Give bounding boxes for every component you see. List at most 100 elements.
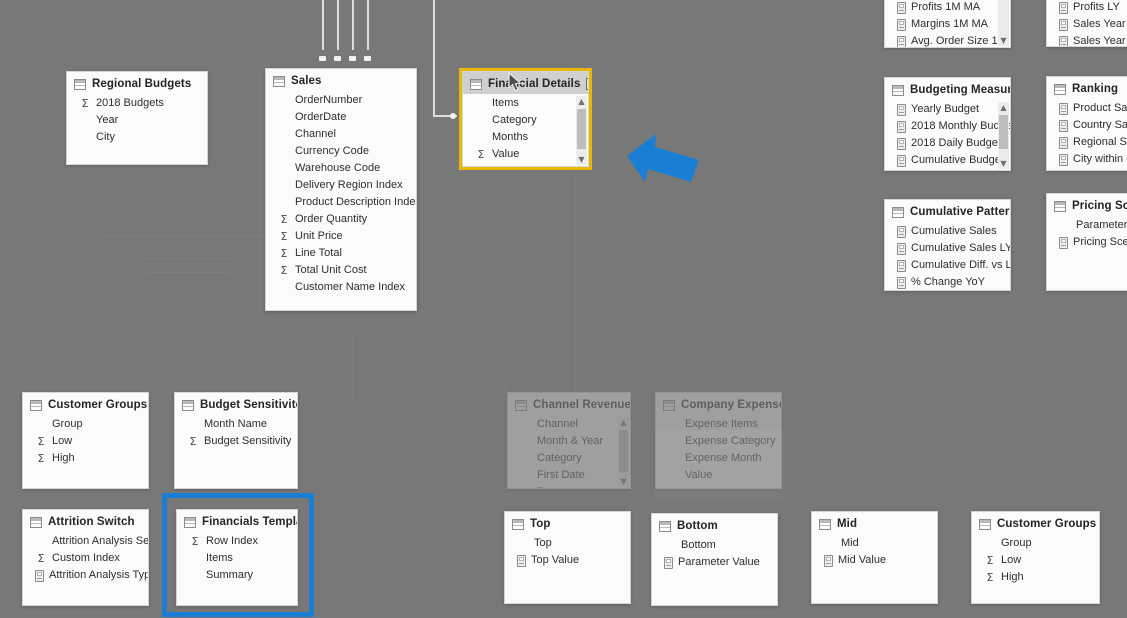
scroll-down-icon[interactable]: ▼ <box>618 476 629 487</box>
field-row[interactable]: Group <box>972 535 1099 552</box>
card-header[interactable]: Company Expenses <box>656 393 781 415</box>
field-row[interactable]: Σ Custom Index <box>23 550 148 567</box>
field-row[interactable]: Σ High <box>972 569 1099 586</box>
field-row[interactable]: Parameter Value <box>652 554 777 571</box>
table-card-ranking[interactable]: Ranking Product Sales R Country Sales R … <box>1046 76 1127 171</box>
field-row[interactable]: Profits 1M MA <box>885 0 1010 16</box>
scroll-down-icon[interactable]: ▼ <box>576 154 587 165</box>
table-card-profits-moving-average[interactable]: Profits 1M MA Margins 1M MA Avg. Order S… <box>884 0 1011 48</box>
field-row[interactable]: Top Value <box>505 552 630 569</box>
field-row[interactable]: Attrition Analysis Type <box>23 567 148 584</box>
field-row[interactable]: City within Cou <box>1047 151 1127 168</box>
field-row[interactable]: Expense Items <box>656 416 781 433</box>
card-scrollbar[interactable]: ▲ ▼ <box>618 417 629 487</box>
card-scrollbar[interactable]: ▼ <box>998 0 1009 46</box>
field-row[interactable]: Warehouse Code <box>266 160 416 177</box>
field-row[interactable]: Product Sales R <box>1047 100 1127 117</box>
field-row[interactable]: Type <box>463 163 588 166</box>
table-card-financial-details[interactable]: Financial Details Items Category Months … <box>462 71 589 167</box>
field-row[interactable]: Mid Value <box>812 552 937 569</box>
card-header[interactable]: Channel Revenues <box>508 393 630 415</box>
field-row[interactable]: Sales Year to D <box>1047 16 1127 33</box>
field-row[interactable]: % Change YoY <box>885 274 1010 290</box>
field-row[interactable]: 2018 Monthly Budge <box>885 118 1010 135</box>
table-card-regional-budgets[interactable]: Regional Budgets Σ 2018 Budgets Year Cit… <box>66 71 208 165</box>
card-header[interactable]: Financial Details <box>463 72 588 94</box>
field-row[interactable]: Month Name <box>175 416 297 433</box>
field-row[interactable]: Month & Year <box>508 433 630 450</box>
field-row[interactable]: Avg. Order Size 1M M <box>885 33 1010 47</box>
field-row[interactable]: Mid <box>812 535 937 552</box>
card-header[interactable]: Customer Groups Dyna <box>972 512 1099 534</box>
field-row[interactable]: Pricing Scena <box>1047 234 1127 251</box>
card-header[interactable]: Bottom <box>652 514 777 536</box>
field-row[interactable]: Σ 2018 Budgets <box>67 95 207 112</box>
card-header[interactable]: Cumulative Patterns <box>885 200 1010 222</box>
table-card-cumulative-patterns[interactable]: Cumulative Patterns Cumulative Sales Cum… <box>884 199 1011 291</box>
card-header[interactable]: Sales <box>266 69 416 91</box>
field-row[interactable]: Category <box>463 112 588 129</box>
field-row[interactable]: Channel <box>266 126 416 143</box>
scroll-down-icon[interactable]: ▼ <box>998 35 1009 46</box>
scrollbar-thumb[interactable] <box>619 430 628 472</box>
field-row[interactable]: City <box>67 129 207 146</box>
table-card-budget-sensitivites[interactable]: Budget Sensitivites Month Name Σ Budget S… <box>174 392 298 489</box>
table-card-budgeting-measures[interactable]: Budgeting Measures Yearly Budget 2018 Mo… <box>884 77 1011 171</box>
card-scrollbar[interactable]: ▲ ▼ <box>998 102 1009 169</box>
card-header[interactable]: Pricing Scenar <box>1047 194 1127 216</box>
table-card-company-expenses[interactable]: Company Expenses Expense Items Expense C… <box>655 392 782 489</box>
table-card-financials-template[interactable]: Financials Template Σ Row Index Items Sum… <box>176 509 298 606</box>
field-row[interactable]: Summary <box>177 567 297 584</box>
field-row[interactable]: Σ Line Total <box>266 245 416 262</box>
field-row[interactable]: Expense Month <box>656 450 781 467</box>
field-row[interactable]: Items <box>177 550 297 567</box>
field-row[interactable]: 2018 Daily Budgets <box>885 135 1010 152</box>
card-header[interactable]: Top <box>505 512 630 534</box>
card-header[interactable]: Mid <box>812 512 937 534</box>
field-row[interactable]: Channel <box>508 416 630 433</box>
card-header[interactable]: Financials Template <box>177 510 297 532</box>
field-row[interactable]: Σ Low <box>23 433 148 450</box>
field-row[interactable]: OrderNumber <box>266 92 416 109</box>
field-row[interactable]: Currency Code <box>266 143 416 160</box>
field-row[interactable]: Group <box>23 416 148 433</box>
scroll-up-icon[interactable]: ▲ <box>618 417 629 428</box>
field-row[interactable]: Attrition Analysis Select <box>23 533 148 550</box>
field-row[interactable]: Σ Order Quantity <box>266 211 416 228</box>
table-card-attrition-switch[interactable]: Attrition Switch Attrition Analysis Sele… <box>22 509 149 606</box>
card-header[interactable]: Customer Groups <box>23 393 148 415</box>
field-row[interactable]: OrderDate <box>266 109 416 126</box>
table-card-customer-groups[interactable]: Customer Groups Group Σ Low Σ High <box>22 392 149 489</box>
field-row[interactable]: Bottom <box>652 537 777 554</box>
field-row[interactable]: Cumulative Diff. vs LY <box>885 257 1010 274</box>
card-header[interactable]: Budget Sensitivites <box>175 393 297 415</box>
field-row[interactable]: Category Budget Total <box>885 169 1010 170</box>
field-row[interactable]: Σ Value <box>463 146 588 163</box>
field-row[interactable]: Expense Category <box>656 433 781 450</box>
field-row[interactable]: Customer Name Index <box>266 279 416 296</box>
field-row[interactable]: Profits LY <box>1047 0 1127 16</box>
table-card-top[interactable]: Top Top Top Value <box>504 511 631 604</box>
field-row[interactable]: Σ Unit Price <box>266 228 416 245</box>
table-card-bottom[interactable]: Bottom Bottom Parameter Value <box>651 513 778 606</box>
field-row[interactable]: Category <box>508 450 630 467</box>
field-row[interactable]: Country Sales R <box>1047 117 1127 134</box>
card-header[interactable]: Attrition Switch <box>23 510 148 532</box>
scroll-up-icon[interactable]: ▲ <box>998 102 1009 113</box>
field-row[interactable]: Year <box>67 112 207 129</box>
field-row[interactable]: Product Description Index <box>266 194 416 211</box>
table-card-profits-last-year[interactable]: Profits LY Sales Year to D Sales Year to… <box>1046 0 1127 47</box>
table-card-pricing-scenarios[interactable]: Pricing Scenar Parameter Pricing Scena <box>1046 193 1127 291</box>
table-card-customer-groups-dyna[interactable]: Customer Groups Dyna Group Σ Low Σ High <box>971 511 1100 604</box>
field-row[interactable]: Regional Sales <box>1047 134 1127 151</box>
card-header[interactable]: Budgeting Measures <box>885 78 1010 100</box>
field-row[interactable]: Parameter <box>1047 217 1127 234</box>
field-row[interactable]: Sales Year to D <box>1047 33 1127 46</box>
field-row[interactable]: Margins 1M MA <box>885 16 1010 33</box>
scrollbar-thumb[interactable] <box>999 115 1008 149</box>
table-card-sales[interactable]: Sales OrderNumber OrderDate Channel Curr… <box>265 68 417 311</box>
card-header[interactable]: Regional Budgets <box>67 72 207 94</box>
scrollbar-thumb[interactable] <box>577 109 586 149</box>
collapse-button[interactable] <box>586 78 588 90</box>
scroll-up-icon[interactable]: ▲ <box>576 96 587 107</box>
